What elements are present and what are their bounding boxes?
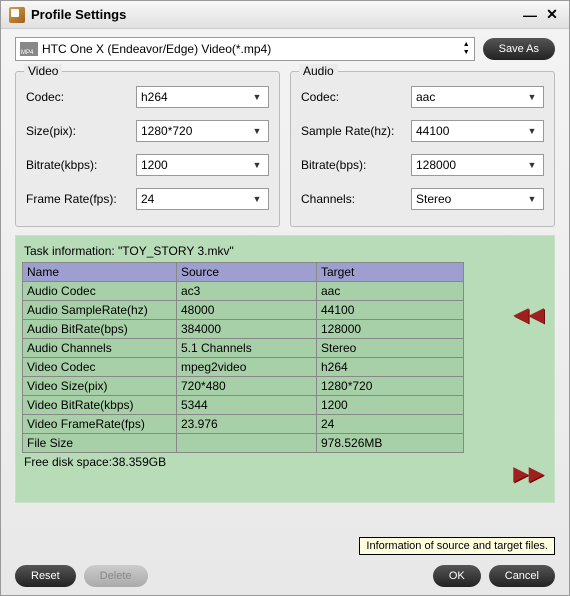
audio-group-title: Audio — [299, 64, 338, 78]
audio-group: Audio Codec:aac▼ Sample Rate(hz):44100▼ … — [290, 71, 555, 227]
table-row: Video BitRate(kbps)53441200 — [23, 396, 464, 415]
cell-name: Video BitRate(kbps) — [23, 396, 177, 415]
cell-target: aac — [317, 282, 464, 301]
chevron-down-icon: ▼ — [525, 160, 539, 170]
audio-bitrate-label: Bitrate(bps): — [301, 158, 411, 172]
col-name: Name — [23, 263, 177, 282]
profile-row: HTC One X (Endeavor/Edge) Video(*.mp4) ▲… — [1, 29, 569, 67]
cell-source: ac3 — [177, 282, 317, 301]
table-row: File Size 978.526MB — [23, 434, 464, 453]
mp4-icon — [20, 42, 38, 56]
close-button[interactable]: ✕ — [543, 6, 561, 24]
table-row: Audio Channels5.1 ChannelsStereo — [23, 339, 464, 358]
cell-target: 1280*720 — [317, 377, 464, 396]
video-codec-label: Codec: — [26, 90, 136, 104]
prev-task-button[interactable]: ◀◀ — [513, 302, 544, 327]
delete-button: Delete — [84, 565, 148, 587]
table-row: Audio SampleRate(hz)4800044100 — [23, 301, 464, 320]
table-row: Audio Codecac3aac — [23, 282, 464, 301]
cell-source: 384000 — [177, 320, 317, 339]
chevron-down-icon: ▼ — [525, 92, 539, 102]
chevron-down-icon: ▼ — [250, 126, 264, 136]
titlebar: Profile Settings — ✕ — [1, 1, 569, 29]
reset-button[interactable]: Reset — [15, 565, 76, 587]
audio-bitrate-select[interactable]: 128000▼ — [411, 154, 544, 176]
cell-name: Audio SampleRate(hz) — [23, 301, 177, 320]
profile-selected-text: HTC One X (Endeavor/Edge) Video(*.mp4) — [42, 42, 459, 56]
audio-samplerate-label: Sample Rate(hz): — [301, 124, 411, 138]
ok-button[interactable]: OK — [433, 565, 481, 587]
audio-channels-label: Channels: — [301, 192, 411, 206]
cell-source: 720*480 — [177, 377, 317, 396]
next-task-button[interactable]: ▶▶ — [513, 461, 544, 486]
audio-codec-select[interactable]: aac▼ — [411, 86, 544, 108]
task-info-table: Name Source Target Audio Codecac3aacAudi… — [22, 262, 464, 453]
cell-target: h264 — [317, 358, 464, 377]
video-framerate-select[interactable]: 24▼ — [136, 188, 269, 210]
cell-source: 5.1 Channels — [177, 339, 317, 358]
table-row: Video Size(pix)720*4801280*720 — [23, 377, 464, 396]
cell-target: 24 — [317, 415, 464, 434]
save-as-button[interactable]: Save As — [483, 38, 555, 60]
free-disk-space: Free disk space:38.359GB — [22, 453, 548, 469]
cell-source: 48000 — [177, 301, 317, 320]
cell-name: File Size — [23, 434, 177, 453]
audio-codec-label: Codec: — [301, 90, 411, 104]
col-source: Source — [177, 263, 317, 282]
cell-source — [177, 434, 317, 453]
video-group: Video Codec:h264▼ Size(pix):1280*720▼ Bi… — [15, 71, 280, 227]
task-info-panel: Task information: "TOY_STORY 3.mkv" Name… — [15, 235, 555, 503]
cell-name: Video Codec — [23, 358, 177, 377]
cell-name: Video FrameRate(fps) — [23, 415, 177, 434]
footer: Reset Delete OK Cancel — [1, 565, 569, 587]
video-size-label: Size(pix): — [26, 124, 136, 138]
profile-settings-window: Profile Settings — ✕ HTC One X (Endeavor… — [0, 0, 570, 596]
cell-name: Video Size(pix) — [23, 377, 177, 396]
window-title: Profile Settings — [31, 7, 517, 22]
chevron-down-icon: ▼ — [250, 194, 264, 204]
minimize-button[interactable]: — — [521, 6, 539, 24]
video-codec-select[interactable]: h264▼ — [136, 86, 269, 108]
video-size-select[interactable]: 1280*720▼ — [136, 120, 269, 142]
chevron-down-icon: ▼ — [250, 92, 264, 102]
profile-select[interactable]: HTC One X (Endeavor/Edge) Video(*.mp4) ▲… — [15, 37, 475, 61]
cell-source: 5344 — [177, 396, 317, 415]
cell-name: Audio Channels — [23, 339, 177, 358]
cell-target: Stereo — [317, 339, 464, 358]
video-group-title: Video — [24, 64, 62, 78]
cell-source: mpeg2video — [177, 358, 317, 377]
chevron-down-icon: ▼ — [250, 160, 264, 170]
audio-channels-select[interactable]: Stereo▼ — [411, 188, 544, 210]
tooltip: Information of source and target files. — [359, 537, 555, 555]
video-bitrate-select[interactable]: 1200▼ — [136, 154, 269, 176]
cell-target: 978.526MB — [317, 434, 464, 453]
video-bitrate-label: Bitrate(kbps): — [26, 158, 136, 172]
cell-target: 44100 — [317, 301, 464, 320]
cell-source: 23.976 — [177, 415, 317, 434]
cancel-button[interactable]: Cancel — [489, 565, 555, 587]
task-info-title: Task information: "TOY_STORY 3.mkv" — [22, 242, 548, 262]
chevron-down-icon: ▼ — [525, 126, 539, 136]
table-row: Video FrameRate(fps)23.97624 — [23, 415, 464, 434]
col-target: Target — [317, 263, 464, 282]
cell-name: Audio Codec — [23, 282, 177, 301]
profile-stepper[interactable]: ▲▼ — [463, 41, 470, 57]
cell-target: 128000 — [317, 320, 464, 339]
table-row: Video Codecmpeg2videoh264 — [23, 358, 464, 377]
chevron-down-icon: ▼ — [525, 194, 539, 204]
video-framerate-label: Frame Rate(fps): — [26, 192, 136, 206]
cell-name: Audio BitRate(bps) — [23, 320, 177, 339]
audio-samplerate-select[interactable]: 44100▼ — [411, 120, 544, 142]
table-row: Audio BitRate(bps)384000128000 — [23, 320, 464, 339]
app-icon — [9, 7, 25, 23]
cell-target: 1200 — [317, 396, 464, 415]
